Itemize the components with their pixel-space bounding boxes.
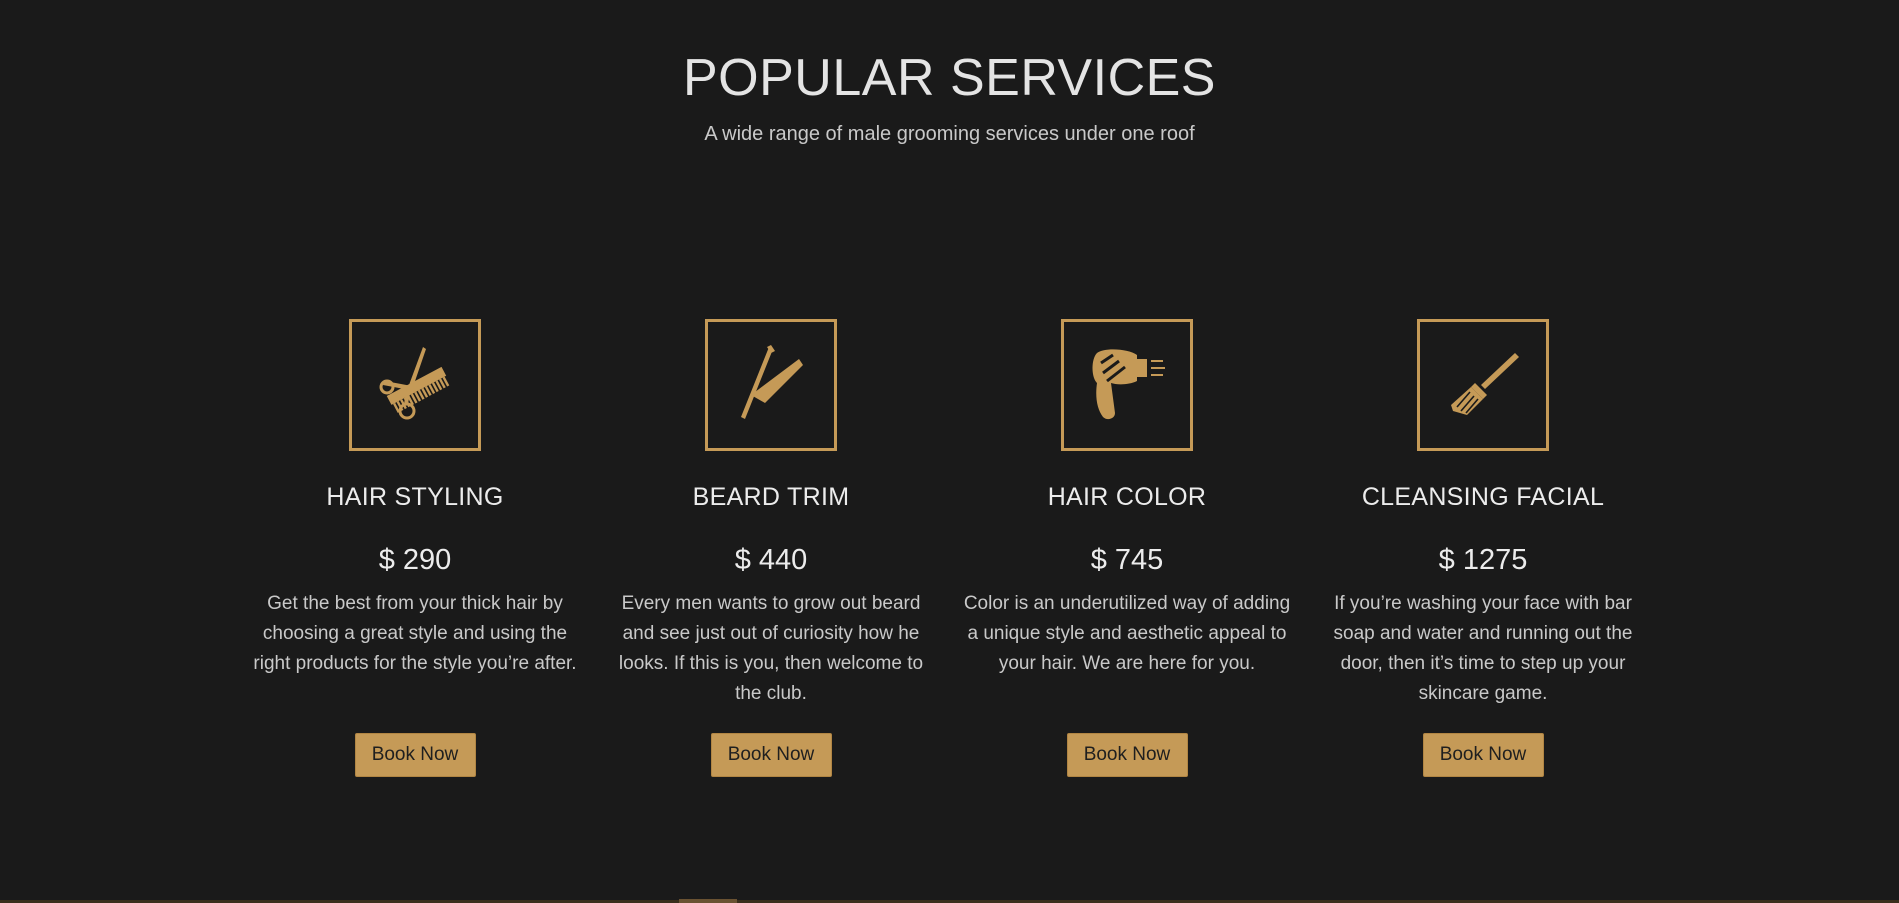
book-now-button[interactable]: Book Now xyxy=(1066,733,1188,777)
section-subtitle: A wide range of male grooming services u… xyxy=(704,123,1195,145)
services-section: POPULAR SERVICES A wide range of male gr… xyxy=(0,0,1899,903)
service-card-beard-trim: BEARD TRIM $ 440 Every men wants to grow… xyxy=(606,319,936,777)
service-icon-frame xyxy=(1061,319,1193,451)
service-name: BEARD TRIM xyxy=(692,483,850,511)
service-icon-frame xyxy=(349,319,481,451)
service-price: $ 745 xyxy=(1090,544,1164,576)
book-now-button[interactable]: Book Now xyxy=(1422,733,1544,777)
service-name: CLEANSING FACIAL xyxy=(1361,483,1605,511)
service-card-hair-styling: HAIR STYLING $ 290 Get the best from you… xyxy=(250,319,580,777)
services-grid: HAIR STYLING $ 290 Get the best from you… xyxy=(0,319,1899,779)
service-description: Every men wants to grow out beard and se… xyxy=(618,593,924,704)
service-description: Color is an underutilized way of adding … xyxy=(963,593,1291,674)
section-title: POPULAR SERVICES xyxy=(682,49,1216,107)
service-description: Get the best from your thick hair by cho… xyxy=(253,593,577,674)
service-card-cleansing-facial: CLEANSING FACIAL $ 1275 If you’re washin… xyxy=(1318,319,1648,777)
service-icon-frame xyxy=(705,319,837,451)
scroll-tab-indicator xyxy=(679,899,737,903)
straight-razor-icon xyxy=(741,345,803,419)
service-description: If you’re washing your face with bar soa… xyxy=(1333,593,1633,704)
service-price: $ 290 xyxy=(378,544,452,576)
service-price: $ 440 xyxy=(734,544,808,576)
dye-brush-icon xyxy=(1451,353,1519,415)
service-name: HAIR COLOR xyxy=(1047,483,1207,511)
service-price: $ 1275 xyxy=(1438,544,1528,576)
scissors-comb-icon xyxy=(379,347,450,420)
book-now-button[interactable]: Book Now xyxy=(710,733,832,777)
service-icon-frame xyxy=(1417,319,1549,451)
hair-dryer-icon xyxy=(1092,349,1165,420)
service-name: HAIR STYLING xyxy=(326,483,504,511)
service-card-hair-color: HAIR COLOR $ 745 Color is an underutiliz… xyxy=(962,319,1292,777)
book-now-button[interactable]: Book Now xyxy=(354,733,476,777)
